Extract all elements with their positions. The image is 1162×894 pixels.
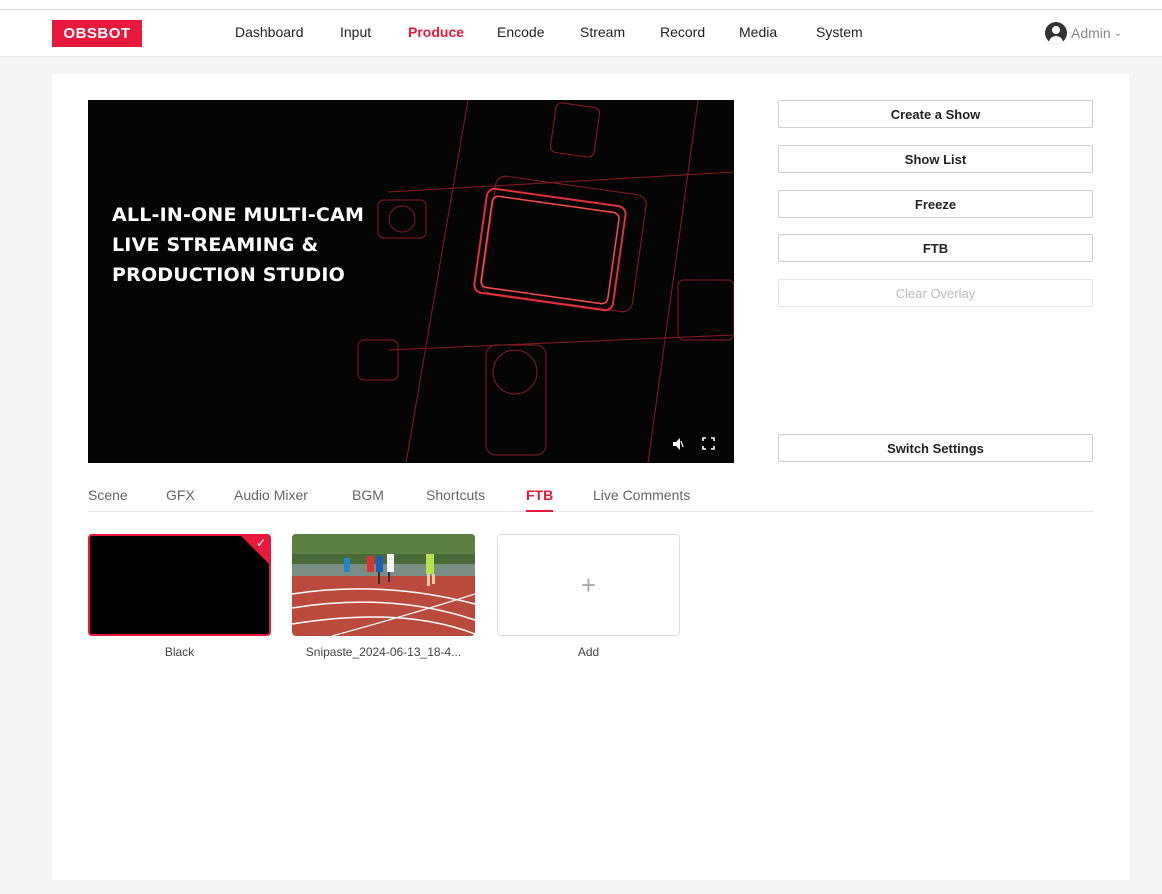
headline-line-1: ALL-IN-ONE MULTI-CAM [112, 204, 365, 226]
nav-encode[interactable]: Encode [497, 24, 544, 40]
chevron-down-icon: ⌄ [1113, 27, 1123, 39]
top-navigation-bar: OBSBOT Dashboard Input Produce Encode St… [0, 0, 1162, 57]
tab-audio-mixer[interactable]: Audio Mixer [234, 487, 308, 503]
create-show-button[interactable]: Create a Show [778, 100, 1093, 128]
top-divider [0, 9, 1162, 10]
nav-record[interactable]: Record [660, 24, 705, 40]
nav-produce[interactable]: Produce [408, 24, 464, 40]
tab-scene[interactable]: Scene [88, 487, 128, 503]
nav-stream[interactable]: Stream [580, 24, 625, 40]
user-name: Admin [1071, 25, 1111, 41]
tab-gfx[interactable]: GFX [166, 487, 195, 503]
plus-icon: + [580, 569, 597, 600]
user-avatar-icon [1045, 22, 1067, 44]
user-menu[interactable]: Admin ⌄ [1045, 22, 1122, 44]
tab-ftb[interactable]: FTB [526, 487, 553, 503]
checkmark-icon: ✓ [255, 536, 266, 550]
ftb-item-label: Add [577, 645, 600, 659]
add-ftb-item-button[interactable]: + [497, 534, 680, 636]
nav-input[interactable]: Input [340, 24, 371, 40]
ftb-item-image[interactable] [292, 534, 475, 636]
freeze-button[interactable]: Freeze [778, 190, 1093, 218]
show-list-button[interactable]: Show List [778, 145, 1093, 173]
preview-headline: ALL-IN-ONE MULTI-CAM LIVE STREAMING & PR… [112, 200, 364, 290]
obsbot-logo[interactable]: OBSBOT [52, 20, 142, 47]
switch-settings-button[interactable]: Switch Settings [778, 434, 1093, 462]
nav-dashboard[interactable]: Dashboard [235, 24, 304, 40]
ftb-item-black[interactable]: ✓ [88, 534, 271, 636]
nav-media[interactable]: Media [739, 24, 777, 40]
program-preview: ALL-IN-ONE MULTI-CAM LIVE STREAMING & PR… [88, 100, 734, 463]
nav-system[interactable]: System [816, 24, 863, 40]
clear-overlay-button[interactable]: Clear Overlay [778, 279, 1093, 307]
tab-live-comments[interactable]: Live Comments [593, 487, 690, 503]
produce-tabs: Scene GFX Audio Mixer BGM Shortcuts FTB … [88, 484, 1094, 512]
headline-line-3: PRODUCTION STUDIO [112, 264, 346, 286]
ftb-item-label: Black [164, 645, 195, 659]
tab-shortcuts[interactable]: Shortcuts [426, 487, 485, 503]
ftb-button[interactable]: FTB [778, 234, 1093, 262]
tab-bgm[interactable]: BGM [352, 487, 384, 503]
running-track-thumbnail [292, 534, 475, 636]
ftb-item-label: Snipaste_2024-06-13_18-4... [305, 645, 462, 659]
active-tab-indicator [526, 510, 553, 512]
headline-line-2: LIVE STREAMING & [112, 234, 319, 256]
